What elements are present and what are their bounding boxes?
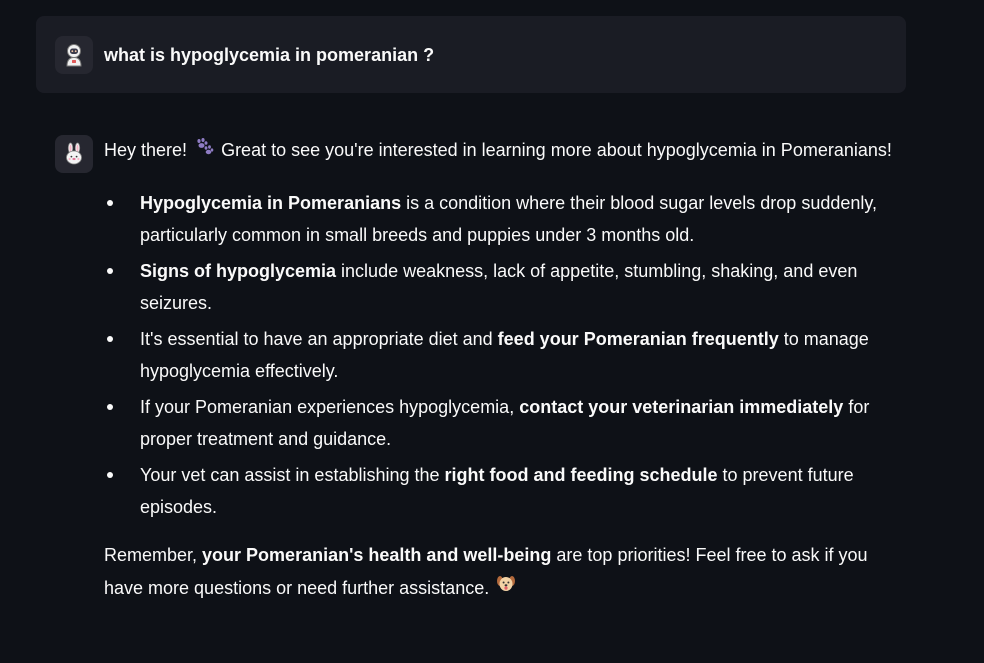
bullet-bold: Hypoglycemia in Pomeranians — [140, 193, 402, 213]
list-item: Signs of hypoglycemia include weakness, … — [107, 255, 900, 319]
bullet-text: Your vet can assist in establishing the — [140, 465, 445, 485]
astronaut-avatar-icon — [66, 44, 82, 67]
paw-prints-icon — [194, 133, 214, 165]
list-item: It's essential to have an appropriate di… — [107, 323, 900, 387]
closing-text-part1: Remember, — [104, 545, 203, 565]
assistant-avatar — [55, 135, 93, 173]
bullet-bold: feed your Pomeranian frequently — [497, 329, 779, 349]
list-item: Hypoglycemia in Pomeranians is a conditi… — [107, 187, 900, 251]
user-message-text: what is hypoglycemia in pomeranian ? — [104, 45, 435, 65]
dog-face-icon — [496, 571, 516, 603]
user-avatar — [55, 36, 93, 74]
assistant-message: Hey there! Great to see you're intereste… — [36, 118, 906, 607]
bullet-bold: contact your veterinarian immediately — [519, 397, 844, 417]
bullet-list: Hypoglycemia in Pomeranians is a conditi… — [104, 187, 904, 523]
intro-text-part1: Hey there! — [104, 139, 193, 160]
bullet-bold: Signs of hypoglycemia — [140, 261, 337, 281]
closing-bold: your Pomeranian's health and well-being — [202, 545, 552, 565]
bullet-bold: right food and feeding schedule — [444, 465, 718, 485]
list-item: Your vet can assist in establishing the … — [107, 459, 900, 523]
assistant-message-body: Hey there! Great to see you're intereste… — [104, 133, 904, 607]
bullet-text: It's essential to have an appropriate di… — [140, 329, 498, 349]
user-message: what is hypoglycemia in pomeranian ? — [36, 16, 906, 93]
bullet-text: If your Pomeranian experiences hypoglyce… — [140, 397, 520, 417]
assistant-closing: Remember, your Pomeranian's health and w… — [104, 539, 904, 607]
assistant-intro: Hey there! Great to see you're intereste… — [104, 133, 904, 169]
intro-text-part2: Great to see you're interested in learni… — [221, 139, 892, 160]
list-item: If your Pomeranian experiences hypoglyce… — [107, 391, 900, 455]
bunny-avatar-icon — [66, 142, 82, 165]
